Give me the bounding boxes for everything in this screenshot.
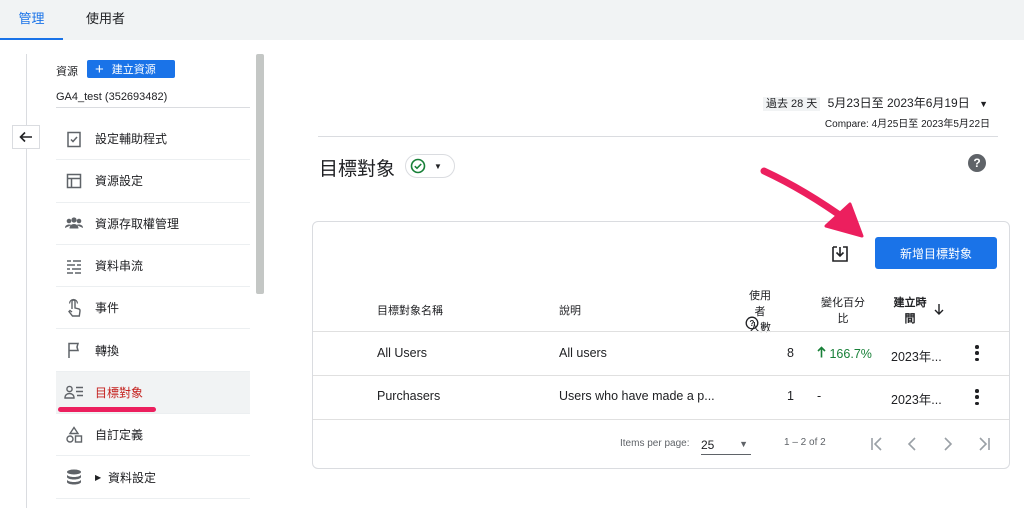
layout-icon: [64, 171, 84, 191]
cell-created: 2023年...: [891, 350, 942, 364]
sidebar-item-custom-definitions[interactable]: 自訂定義: [56, 414, 250, 457]
page-title: 目標對象: [319, 159, 396, 180]
caret-right-icon[interactable]: ▶: [95, 473, 101, 482]
cell-created: 2023年...: [891, 393, 942, 407]
date-range-compare: Compare: 4月25日至 2023年5月22日: [824, 119, 990, 130]
items-per-page-value: 25: [701, 438, 715, 452]
row-divider: [313, 419, 1009, 420]
annotation-underline: [58, 407, 156, 412]
last-page-icon[interactable]: [975, 435, 993, 453]
column-header-change[interactable]: 變化百分 比: [821, 294, 865, 326]
sidebar-nav: 設定輔助程式 資源設定 資源存取權管理 資料串流 事件 轉換 目標對象 自訂定義…: [56, 118, 250, 499]
more-vert-icon[interactable]: [972, 389, 982, 405]
cell-change: 166.7%: [817, 346, 872, 361]
property-name[interactable]: GA4_test (352693482): [56, 91, 167, 103]
tab-users[interactable]: 使用者: [86, 0, 125, 40]
column-header-created-line1: 建立時: [893, 297, 927, 309]
shapes-icon: [64, 425, 84, 445]
sidebar-item-events[interactable]: 事件: [56, 287, 250, 330]
date-range-dates: 5月23日至 2023年6月19日: [827, 96, 970, 110]
create-property-button[interactable]: + 建立資源: [87, 60, 175, 78]
cell-description: All users: [559, 346, 607, 360]
sidebar-item-label: 設定輔助程式: [95, 132, 168, 147]
sort-arrow-down-icon[interactable]: [933, 303, 945, 316]
people-icon: [64, 213, 84, 233]
sidebar-item-conversions[interactable]: 轉換: [56, 329, 250, 372]
new-audience-button[interactable]: 新增目標對象: [875, 237, 997, 269]
column-header-users-line1: 使用者: [749, 290, 771, 318]
caret-down-icon: ▼: [434, 161, 442, 171]
column-header-created-line2: 間: [904, 313, 916, 325]
more-vert-icon[interactable]: [972, 345, 982, 361]
sidebar-item-label: 目標對象: [95, 385, 144, 400]
tab-admin[interactable]: 管理: [0, 0, 63, 40]
audience-icon: [64, 382, 84, 402]
sidebar-item-data-settings[interactable]: ▶ 資料設定: [56, 456, 250, 499]
pagination-range: 1 – 2 of 2: [784, 437, 826, 448]
sidebar-item-label: 自訂定義: [95, 428, 144, 443]
plus-icon: +: [95, 60, 104, 78]
caret-down-icon: ▼: [979, 99, 988, 109]
column-header-change-line2: 比: [837, 313, 849, 325]
sidebar-item-access-management[interactable]: 資源存取權管理: [56, 203, 250, 245]
sidebar-item-label: 轉換: [95, 343, 120, 358]
help-outline-icon[interactable]: ?: [745, 316, 759, 330]
column-header-created[interactable]: 建立時 間: [893, 294, 927, 326]
header-divider: [318, 136, 998, 137]
sidebar-item-label: 資料設定: [108, 470, 157, 485]
next-page-icon[interactable]: [939, 435, 957, 453]
cell-change: -: [817, 389, 822, 403]
left-rail-divider: [26, 54, 27, 508]
cell-change-value: 166.7%: [829, 347, 872, 361]
sidebar-item-label: 事件: [95, 301, 120, 316]
streams-icon: [64, 256, 84, 276]
database-icon: [64, 467, 84, 487]
sidebar-scrollbar[interactable]: [256, 54, 264, 294]
top-bar: 管理 使用者: [0, 0, 1024, 40]
column-header-description[interactable]: 說明: [559, 302, 581, 318]
caret-down-icon: ▼: [739, 439, 748, 449]
date-range-picker[interactable]: 過去 28 天 5月23日至 2023年6月19日 ▼: [762, 94, 988, 111]
sidebar-item-property-settings[interactable]: 資源設定: [56, 160, 250, 203]
items-per-page-label: Items per page:: [620, 438, 690, 449]
flag-icon: [64, 340, 84, 360]
column-header-change-line1: 變化百分: [821, 297, 865, 309]
sidebar-item-data-streams[interactable]: 資料串流: [56, 245, 250, 288]
previous-page-icon[interactable]: [903, 435, 921, 453]
sidebar-item-setup-assistant[interactable]: 設定輔助程式: [56, 118, 250, 161]
cell-users: 8: [787, 346, 794, 360]
arrow-up-icon: [817, 346, 826, 358]
check-circle-icon: [410, 158, 426, 174]
cell-users: 1: [787, 389, 794, 403]
create-property-label: 建立資源: [111, 64, 156, 76]
first-page-icon[interactable]: [868, 435, 886, 453]
cell-audience-name[interactable]: All Users: [377, 346, 427, 360]
cell-audience-name[interactable]: Purchasers: [377, 389, 440, 403]
date-range-period: 過去 28 天: [762, 97, 821, 111]
clipboard-check-icon: [64, 129, 84, 149]
help-icon[interactable]: ?: [968, 154, 986, 172]
items-per-page-select[interactable]: 25 ▼: [701, 438, 751, 455]
back-button[interactable]: [12, 125, 40, 149]
sidebar-item-label: 資源存取權管理: [95, 216, 180, 231]
row-divider: [313, 375, 1009, 376]
property-label: 資源: [56, 66, 78, 78]
sidebar-item-label: 資源設定: [95, 174, 144, 189]
sidebar-divider: [56, 107, 250, 108]
status-chip[interactable]: ▼: [405, 154, 455, 178]
touch-icon: [64, 298, 84, 318]
svg-text:?: ?: [750, 319, 755, 328]
sidebar-item-label: 資料串流: [95, 259, 144, 274]
download-icon[interactable]: [830, 244, 850, 264]
row-divider: [313, 331, 1009, 332]
column-header-name[interactable]: 目標對象名稱: [377, 302, 443, 318]
cell-description: Users who have made a p...: [559, 389, 715, 403]
arrow-back-icon: [19, 131, 32, 143]
